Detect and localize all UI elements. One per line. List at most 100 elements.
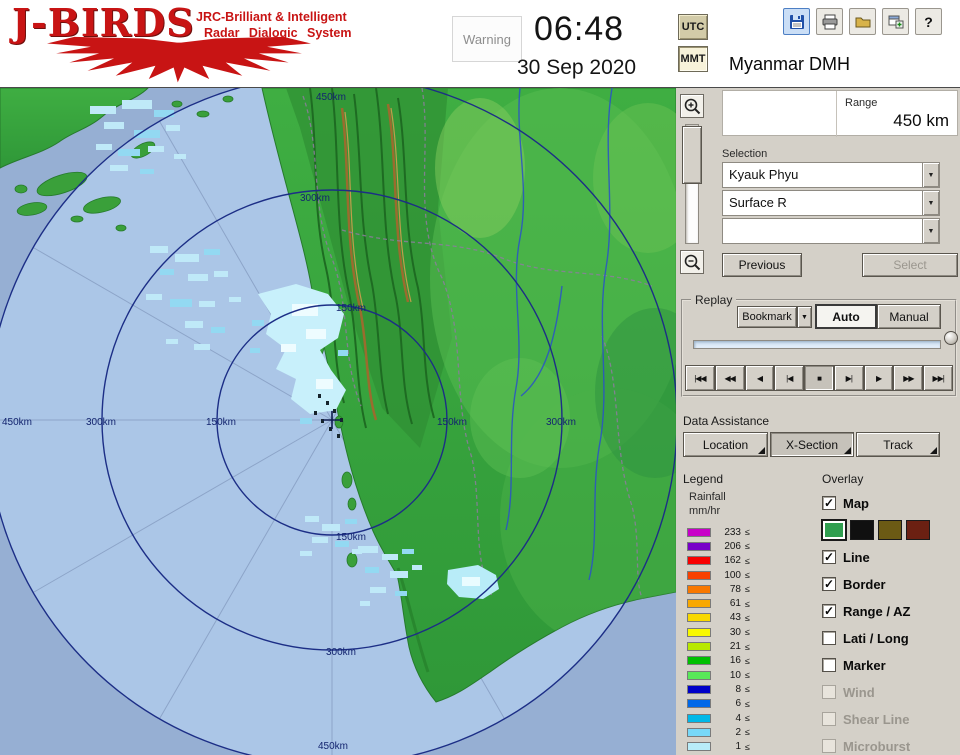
overlay-checkbox-map[interactable]: ✓ [822,496,836,510]
open-folder-button[interactable] [849,8,876,35]
export-button[interactable] [882,8,909,35]
radar-map-display[interactable]: 450km 300km 150km 450km 300km 150km 150k… [0,88,676,755]
fast-forward-button[interactable]: ▶▶ [893,365,923,391]
legend-entry-4: 4≤ [687,711,783,725]
bookmark-button[interactable]: Bookmark [737,306,797,328]
print-button[interactable] [816,8,843,35]
location-button-label: Location [703,438,748,452]
legend-unit-line1: Rainfall [689,491,726,503]
legend-entry-21: 21≤ [687,639,783,653]
control-panel: Range 450 km Selection Kyauk Phyu ▼ Surf… [676,88,960,755]
legend-color-swatch [687,599,711,608]
save-icon [788,13,806,31]
zoom-out-button[interactable] [680,250,704,274]
map-color-swatch-3[interactable] [878,520,902,540]
step-forward-button[interactable]: ▶| [834,365,864,391]
clock-date: 30 Sep 2020 [517,56,636,80]
step-back-button[interactable]: |◀ [774,365,804,391]
range-label: Range [845,97,877,109]
zoom-in-icon [683,97,702,116]
x-section-button[interactable]: X-Section [770,432,854,457]
chevron-down-icon[interactable]: ▼ [922,219,939,243]
selection-label: Selection [722,148,767,160]
replay-slider-thumb[interactable] [944,331,958,345]
save-button[interactable] [783,8,810,35]
print-icon [821,13,839,31]
warning-indicator[interactable]: Warning [452,16,522,62]
map-color-swatch-1[interactable] [822,520,846,540]
folder-icon [854,13,872,31]
overlay-item-wind: Wind [822,683,875,701]
legend-color-swatch [687,585,711,594]
auto-mode-button[interactable]: Auto [815,304,877,329]
legend-suffix: ≤ [745,570,750,580]
replay-slider[interactable] [683,335,955,353]
select-button[interactable]: Select [862,253,958,277]
range-label-north-450: 450km [316,92,346,103]
overlay-item-label: Microburst [843,739,910,754]
legend-value: 8 [715,684,741,695]
header-bar: J-BIRDS JRC-Brilliant & Intelligent Rada… [0,0,960,88]
legend-value: 43 [715,612,741,623]
overlay-checkbox-border[interactable]: ✓ [822,577,836,591]
legend-suffix: ≤ [745,584,750,594]
overlay-checkbox-line[interactable]: ✓ [822,550,836,564]
site-dropdown[interactable]: Kyauk Phyu ▼ [722,162,940,188]
chevron-down-icon[interactable]: ▼ [922,191,939,215]
legend-suffix: ≤ [745,656,750,666]
sub-product-dropdown-value [723,219,922,243]
play-reverse-button[interactable]: ◀ [745,365,775,391]
legend-entry-61: 61≤ [687,596,783,610]
legend-color-swatch [687,556,711,565]
bookmark-dropdown-arrow[interactable]: ▼ [797,306,812,328]
overlay-checkbox-range-az[interactable]: ✓ [822,604,836,618]
zoom-slider-thumb[interactable] [682,126,702,184]
help-button[interactable]: ? [915,8,942,35]
skip-start-button[interactable]: |◀◀ [685,365,715,391]
replay-slider-track[interactable] [693,340,941,349]
zoom-in-button[interactable] [680,94,704,118]
legend-value: 233 [715,527,741,538]
overlay-checkbox-lati-long[interactable] [822,631,836,645]
legend-value: 16 [715,655,741,666]
replay-group-label: Replay [691,293,736,307]
legend-suffix: ≤ [745,556,750,566]
overlay-item-border: ✓Border [822,575,886,593]
warning-label: Warning [463,32,511,47]
chevron-down-icon[interactable]: ▼ [922,163,939,187]
legend-suffix: ≤ [745,627,750,637]
legend-entry-100: 100≤ [687,568,783,582]
legend-color-swatch [687,671,711,680]
legend-entry-78: 78≤ [687,582,783,596]
map-color-swatch-2[interactable] [850,520,874,540]
sub-product-dropdown[interactable]: ▼ [722,218,940,244]
legend-suffix: ≤ [745,684,750,694]
previous-button[interactable]: Previous [722,253,802,277]
legend-scale: 233≤206≤162≤100≤78≤61≤43≤30≤21≤16≤10≤8≤6… [687,525,783,754]
legend-value: 61 [715,598,741,609]
zoom-out-icon [683,253,702,272]
overlay-item-label: Range / AZ [843,604,910,619]
export-icon [887,13,905,31]
legend-entry-162: 162≤ [687,554,783,568]
range-value: 450 km [893,111,949,131]
legend-value: 6 [715,698,741,709]
play-button[interactable]: ▶ [864,365,894,391]
stop-button[interactable]: ■ [804,365,834,391]
product-dropdown[interactable]: Surface R ▼ [722,190,940,216]
skip-end-button[interactable]: ▶▶| [923,365,953,391]
legend-entry-6: 6≤ [687,697,783,711]
playback-controls: |◀◀◀◀◀|◀■▶|▶▶▶▶▶| [685,365,953,391]
legend-color-swatch [687,699,711,708]
mmt-button[interactable]: MMT [678,46,708,72]
overlay-item-map: ✓Map [822,494,869,512]
overlay-checkbox-marker[interactable] [822,658,836,672]
map-color-swatch-4[interactable] [906,520,930,540]
manual-mode-button[interactable]: Manual [877,304,941,329]
overlay-item-line: ✓Line [822,548,870,566]
fast-rewind-button[interactable]: ◀◀ [715,365,745,391]
legend-color-swatch [687,642,711,651]
track-button[interactable]: Track [856,432,940,457]
utc-button[interactable]: UTC [678,14,708,40]
location-button[interactable]: Location [683,432,768,457]
